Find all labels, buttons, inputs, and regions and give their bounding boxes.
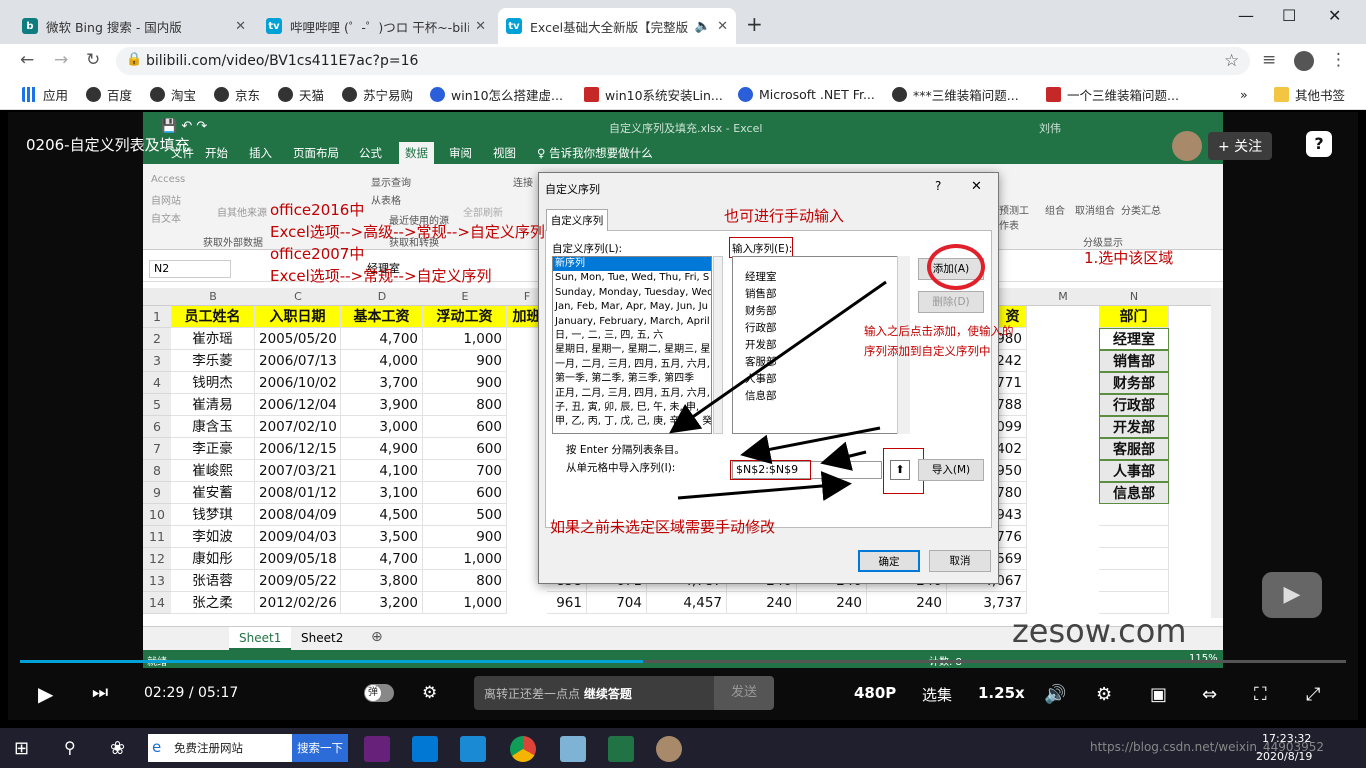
- annotation-path2016: Excel选项-->高级-->常规-->自定义序列: [270, 223, 545, 241]
- chrome-icon[interactable]: [510, 736, 536, 762]
- arrow: [740, 426, 881, 465]
- annotation-select-region: 1.选中该区域: [1084, 249, 1174, 267]
- taskbar-search-button[interactable]: 搜索一下: [292, 734, 348, 762]
- annotation-after-input-2: 序列添加到自定义序列中: [864, 344, 991, 358]
- quality-selector[interactable]: 480P: [854, 684, 896, 702]
- visual-studio-icon[interactable]: [364, 736, 390, 762]
- clock-date: 2020/8/19: [1256, 750, 1313, 763]
- volume-icon[interactable]: 🔊: [1044, 684, 1066, 705]
- annotation-manual-input: 也可进行手动输入: [724, 207, 845, 225]
- bilibili-tv-icon[interactable]: ▶: [1262, 572, 1322, 618]
- annotation-path2007: Excel选项-->常规-->自定义序列: [270, 267, 492, 285]
- danmu-settings-icon[interactable]: ⚙: [422, 683, 437, 703]
- danmu-quiz-link[interactable]: 继续答题: [584, 685, 632, 702]
- video-title: 0206-自定义列表及填充: [26, 136, 190, 154]
- pip-icon[interactable]: ▣: [1150, 684, 1167, 705]
- uploader-avatar[interactable]: [1172, 131, 1202, 161]
- danmu-toggle[interactable]: 弹: [364, 684, 394, 702]
- annotation-office2007: office2007中: [270, 245, 365, 263]
- annotation-manual-modify: 如果之前未选定区域需要手动修改: [550, 518, 776, 536]
- speed-selector[interactable]: 1.25x: [978, 684, 1025, 702]
- annotation-arrows: [669, 280, 887, 501]
- next-icon[interactable]: ⏭: [92, 682, 108, 703]
- arrow: [677, 471, 852, 501]
- arrow: [820, 441, 867, 471]
- app-icon[interactable]: [560, 736, 586, 762]
- progress-fill: [20, 660, 644, 663]
- danmu-input[interactable]: 离转正还差一点点 继续答题: [474, 676, 714, 710]
- play-icon[interactable]: ▶: [38, 682, 53, 706]
- search-icon[interactable]: ⚲: [64, 738, 76, 757]
- ie-icon: e: [152, 738, 162, 756]
- fullscreen-icon[interactable]: ⤢: [1306, 684, 1320, 705]
- annotation-office2016: office2016中: [270, 201, 365, 219]
- excel-icon[interactable]: [608, 736, 634, 762]
- app-icon[interactable]: [460, 736, 486, 762]
- episodes-button[interactable]: 选集: [922, 684, 952, 705]
- taskbar-search-input[interactable]: e 免费注册网站: [148, 734, 292, 762]
- clock-time: 17:23:32: [1262, 732, 1312, 745]
- vscode-icon[interactable]: [412, 736, 438, 762]
- app-icon[interactable]: [656, 736, 682, 762]
- annotation-after-input-1: 输入之后点击添加，使输入的: [864, 324, 1014, 338]
- time-display: 02:29 / 05:17: [144, 685, 239, 701]
- web-fullscreen-icon[interactable]: ⛶: [1254, 684, 1267, 705]
- task-view-icon[interactable]: ❀: [110, 738, 125, 759]
- send-button[interactable]: 发送: [714, 676, 774, 710]
- follow-button[interactable]: + 关注: [1208, 132, 1273, 160]
- windows-start-icon[interactable]: ⊞: [14, 738, 29, 759]
- settings-icon[interactable]: ⚙: [1096, 684, 1112, 705]
- widescreen-icon[interactable]: ⇔: [1202, 684, 1217, 705]
- watermark: zesow.com: [1012, 612, 1187, 650]
- help-button[interactable]: ?: [1306, 131, 1332, 157]
- progress-bar[interactable]: [20, 660, 1346, 663]
- arrow: [669, 280, 887, 434]
